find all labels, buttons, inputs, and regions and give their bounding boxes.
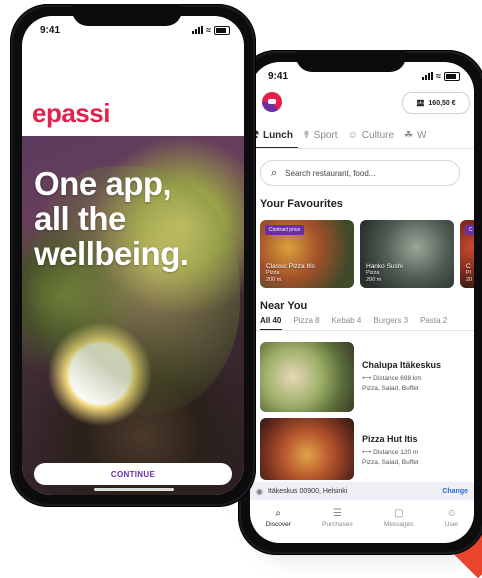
- wifi-icon: ≈: [206, 25, 211, 35]
- favourite-type: Pizza: [366, 270, 380, 276]
- status-time: 9:41: [268, 70, 289, 82]
- bottom-tab-bar: ⌕ Discover ☰ Purchases ▢ Messages ☺ User: [250, 502, 474, 538]
- tab-messages[interactable]: ▢ Messages: [384, 508, 414, 528]
- favourite-distance: 200 m: [266, 277, 282, 283]
- restaurant-image[interactable]: [260, 418, 354, 480]
- favourite-type: Pizza: [266, 270, 280, 276]
- message-icon: ▢: [393, 508, 404, 519]
- home-indicator: [94, 488, 174, 491]
- tagline: One app, all the wellbeing.: [34, 165, 189, 272]
- restaurant-image[interactable]: [260, 342, 354, 412]
- location-pin-icon: ◉: [256, 486, 263, 496]
- favourite-name: Classic Pizza Itis: [266, 263, 315, 270]
- restaurant-tags: Pizza, Salad, Buffet: [362, 385, 419, 392]
- epassi-logo-icon: [262, 92, 282, 112]
- phone-welcome: 9:41 ≈ epassi One app, all the wellbeing…: [10, 4, 256, 507]
- running-icon: ☤: [302, 129, 310, 141]
- divider: [250, 148, 474, 149]
- favourite-name: C: [466, 263, 471, 270]
- tab-sport[interactable]: ☤ Sport: [303, 126, 338, 144]
- user-icon: ☺: [446, 508, 457, 519]
- near-you-heading: Near You: [260, 300, 308, 312]
- tab-discover[interactable]: ⌕ Discover: [266, 508, 291, 528]
- tab-wellness[interactable]: ☘ W: [404, 126, 426, 144]
- tab-lunch[interactable]: ⚒Lunch: [250, 126, 293, 144]
- favourite-type: Pi: [466, 270, 471, 276]
- search-icon: ⌕: [271, 166, 278, 179]
- restaurant-tags: Pizza, Salad, Buffet: [362, 459, 419, 466]
- tab-purchases[interactable]: ☰ Purchases: [322, 508, 353, 528]
- tab-user[interactable]: ☺ User: [445, 508, 459, 528]
- favourite-distance: 200 m: [366, 277, 382, 283]
- category-tabs: ⚒Lunch ☤Sport ☺Culture ☘W: [250, 126, 474, 144]
- restaurant-item[interactable]: Chalupa Itäkeskus ⟷ Distance 698 km Pizz…: [362, 360, 441, 392]
- status-time: 9:41: [40, 24, 61, 36]
- location-bar: ◉ Itäkeskus 00900, Helsinki Change: [250, 482, 474, 500]
- search-input[interactable]: ⌕ Search restaurant, food...: [260, 160, 460, 186]
- list-icon: ☰: [332, 508, 342, 519]
- favourites-heading: Your Favourites: [260, 198, 343, 210]
- phone-notch: [72, 4, 182, 26]
- tab-culture[interactable]: ☺ Culture: [348, 126, 394, 144]
- favourite-card[interactable]: Contract price Classic Pizza Itis Pizza …: [260, 220, 354, 288]
- signal-icon: [422, 72, 434, 80]
- search-placeholder: Search restaurant, food...: [285, 168, 376, 178]
- filter-pizza[interactable]: Pizza 8: [293, 316, 319, 325]
- wellness-icon: ☘: [404, 129, 414, 141]
- welcome-screen: 9:41 ≈ epassi One app, all the wellbeing…: [22, 16, 244, 495]
- filter-all[interactable]: All 40: [260, 316, 281, 325]
- search-icon: ⌕: [275, 508, 282, 519]
- wifi-icon: ≈: [436, 71, 441, 81]
- favourite-name: Hanko Sushi: [366, 263, 403, 270]
- balance-button[interactable]: 𝌏 160,50 €: [402, 92, 470, 114]
- location-text: Itäkeskus 00900, Helsinki: [267, 487, 348, 495]
- brand-logo: epassi: [32, 98, 110, 128]
- phone-notch: [296, 50, 406, 72]
- filter-kebab[interactable]: Kebab 4: [332, 316, 362, 325]
- restaurant-item[interactable]: Pizza Hut Itis ⟷ Distance 120 m Pizza, S…: [362, 434, 419, 466]
- discover-screen: 9:41 ≈ 𝌏 160,50 € ⚒Lunch ☤Sport ☺Culture…: [250, 62, 474, 543]
- filter-burgers[interactable]: Burgers 3: [373, 316, 408, 325]
- signal-icon: [192, 26, 204, 34]
- divider: [250, 330, 474, 331]
- restaurant-distance: Distance 120 m: [373, 449, 419, 456]
- battery-icon: [214, 25, 230, 35]
- distance-icon: ⟷: [362, 375, 372, 382]
- favourite-card[interactable]: Hanko Sushi Pizza 200 m: [360, 220, 454, 288]
- filter-chips: All 40 Pizza 8 Kebab 4 Burgers 3 Pasta 2: [250, 316, 474, 325]
- phone-discover: 9:41 ≈ 𝌏 160,50 € ⚒Lunch ☤Sport ☺Culture…: [238, 50, 482, 555]
- restaurant-name: Pizza Hut Itis: [362, 434, 418, 444]
- contract-price-badge: Contract price: [265, 225, 305, 235]
- battery-icon: [444, 71, 460, 81]
- fork-knife-icon: 𝌏: [416, 97, 425, 108]
- balance-amount: 160,50 €: [428, 99, 456, 107]
- restaurant-name: Chalupa Itäkeskus: [362, 360, 442, 370]
- change-location-link[interactable]: Change: [442, 488, 468, 495]
- distance-icon: ⟷: [362, 449, 372, 456]
- restaurant-distance: Distance 698 km: [373, 375, 422, 382]
- favourite-card[interactable]: C C Pi 20: [460, 220, 474, 288]
- theater-icon: ☺: [347, 129, 358, 141]
- filter-pasta[interactable]: Pasta 2: [420, 316, 447, 325]
- favourite-distance: 20: [466, 277, 473, 283]
- contract-price-badge: C: [465, 225, 474, 235]
- continue-button[interactable]: CONTINUE: [34, 463, 232, 485]
